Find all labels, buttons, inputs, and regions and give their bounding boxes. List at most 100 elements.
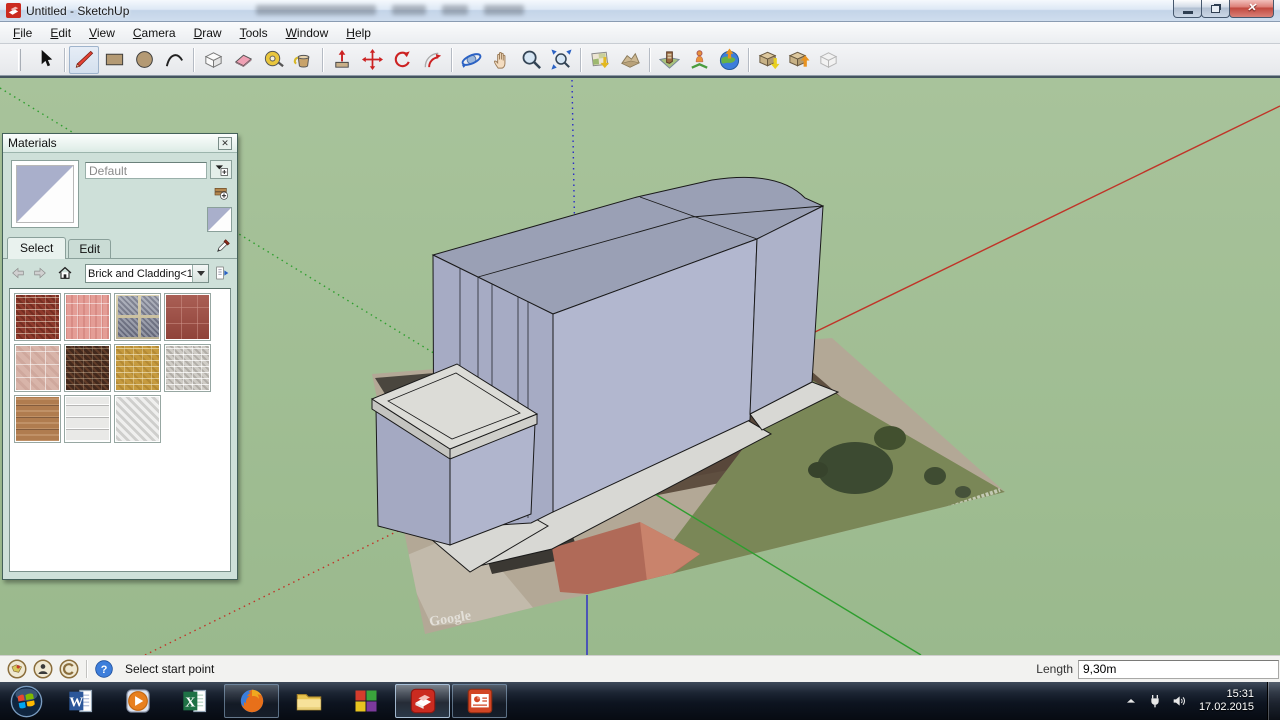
materials-panel: Materials ✕ Select Edit	[2, 133, 238, 580]
system-tray: 15:31 17.02.2015	[1123, 682, 1280, 720]
tab-select[interactable]: Select	[7, 237, 66, 259]
status-icons	[6, 658, 84, 680]
tool-tape-measure-button[interactable]	[258, 46, 288, 74]
window-title: Untitled - SketchUp	[26, 4, 129, 18]
drawing-area[interactable]: Google	[0, 76, 1280, 655]
taskbar-excel-button[interactable]: X	[167, 684, 222, 718]
menu-view[interactable]: View	[80, 23, 124, 43]
home-icon[interactable]	[56, 264, 74, 282]
material-swatch-brick-rough-red[interactable]	[14, 293, 61, 341]
toolbar	[0, 44, 1280, 76]
tool-eraser-button[interactable]	[228, 46, 258, 74]
material-swatch-granite-block[interactable]	[114, 293, 161, 341]
status-message: Select start point	[125, 662, 214, 676]
tool-line-button[interactable]	[69, 46, 99, 74]
minimize-button[interactable]	[1173, 0, 1202, 18]
show-desktop-button[interactable]	[1267, 682, 1280, 720]
material-swatch-stone-pavers-pink[interactable]	[14, 344, 61, 392]
tab-edit[interactable]: Edit	[68, 239, 111, 259]
menu-draw[interactable]: Draw	[185, 23, 231, 43]
tool-arc-button[interactable]	[159, 46, 189, 74]
tool-pan-button[interactable]	[486, 46, 516, 74]
sample-paint-eyedropper-icon[interactable]	[213, 236, 233, 256]
taskbar-color-squares-button[interactable]	[338, 684, 393, 718]
status-bar: ? Select start point Length	[0, 655, 1280, 682]
tray-time: 15:31	[1199, 688, 1254, 701]
tool-photo-textures-button[interactable]	[654, 46, 684, 74]
material-swatch-brick-yellow[interactable]	[114, 344, 161, 392]
start-button[interactable]	[0, 682, 52, 720]
tool-offset-button[interactable]	[417, 46, 447, 74]
tool-select-button[interactable]	[30, 46, 60, 74]
chevron-down-icon[interactable]	[192, 265, 208, 282]
material-swatch-pavers-red-smooth[interactable]	[164, 293, 211, 341]
close-button[interactable]: ✕	[1229, 0, 1274, 18]
taskbar-firefox-button[interactable]	[224, 684, 279, 718]
materials-close-icon[interactable]: ✕	[218, 137, 232, 150]
tool-position-camera-button[interactable]	[684, 46, 714, 74]
tray-clock[interactable]: 15:31 17.02.2015	[1199, 688, 1254, 714]
restore-button[interactable]	[1201, 0, 1230, 18]
model-credits-icon[interactable]	[58, 658, 80, 680]
create-material-button[interactable]	[210, 160, 232, 179]
menu-window[interactable]: Window	[277, 23, 338, 43]
material-preview	[11, 160, 79, 228]
tool-rectangle-button[interactable]	[99, 46, 129, 74]
geolocation-icon[interactable]	[6, 658, 28, 680]
menu-edit[interactable]: Edit	[41, 23, 80, 43]
tool-share-model-button[interactable]	[783, 46, 813, 74]
tool-toggle-terrain-button[interactable]	[615, 46, 645, 74]
tool-circle-button[interactable]	[129, 46, 159, 74]
svg-text:X: X	[185, 695, 195, 710]
tool-push-pull-button[interactable]	[327, 46, 357, 74]
sketchup-logo-icon	[6, 3, 21, 18]
menu-camera[interactable]: Camera	[124, 23, 185, 43]
back-arrow-icon[interactable]	[9, 264, 27, 282]
tool-paint-bucket-button[interactable]	[288, 46, 318, 74]
material-swatch-siding-white[interactable]	[64, 395, 111, 443]
menu-help[interactable]: Help	[337, 23, 380, 43]
material-swatch-pavers-pink-basketweave[interactable]	[64, 293, 111, 341]
tool-move-button[interactable]	[357, 46, 387, 74]
taskbar-media-player-button[interactable]	[110, 684, 165, 718]
expand-icon[interactable]	[1123, 693, 1140, 710]
material-name-field[interactable]	[85, 162, 207, 179]
taskbar-word-button[interactable]: W	[53, 684, 108, 718]
materials-list	[9, 288, 231, 572]
materials-panel-titlebar[interactable]: Materials ✕	[3, 134, 237, 153]
toolbar-grip[interactable]	[18, 49, 21, 71]
svg-text:?: ?	[101, 664, 108, 676]
tool-get-models-button[interactable]	[753, 46, 783, 74]
power-icon[interactable]	[1147, 693, 1164, 710]
material-swatch-stucco-light-gray[interactable]	[114, 395, 161, 443]
tool-orbit-button[interactable]	[456, 46, 486, 74]
material-swatch-brick-painted-white[interactable]	[164, 344, 211, 392]
taskbar: W X 15:31 17.02.2015	[0, 682, 1280, 720]
material-swatch-brick-dark-used[interactable]	[64, 344, 111, 392]
set-default-material-button[interactable]	[209, 182, 233, 203]
tool-add-location-button[interactable]	[585, 46, 615, 74]
collections-dropdown-value: Brick and Cladding<1	[86, 268, 192, 280]
tool-rotate-button[interactable]	[387, 46, 417, 74]
tool-zoom-extents-button[interactable]	[546, 46, 576, 74]
menu-file[interactable]: File	[4, 23, 41, 43]
collections-dropdown[interactable]: Brick and Cladding<1	[85, 264, 209, 283]
menu-tools[interactable]: Tools	[231, 23, 277, 43]
tray-date: 17.02.2015	[1199, 701, 1254, 714]
forward-arrow-icon[interactable]	[31, 264, 49, 282]
material-swatch-cladding-wood-tan[interactable]	[14, 395, 61, 443]
taskbar-sketchup-button[interactable]	[395, 684, 450, 718]
tool-zoom-button[interactable]	[516, 46, 546, 74]
length-input[interactable]	[1078, 660, 1279, 679]
tool-google-earth-button[interactable]	[714, 46, 744, 74]
claim-model-icon[interactable]	[32, 658, 54, 680]
background-window-ghost	[256, 5, 524, 15]
volume-icon[interactable]	[1171, 693, 1188, 710]
details-button[interactable]	[213, 264, 231, 282]
help-icon[interactable]: ?	[93, 658, 115, 680]
tool-component-box-button[interactable]	[813, 46, 843, 74]
tool-make-component-button[interactable]	[198, 46, 228, 74]
current-material-swatch[interactable]	[207, 207, 232, 232]
taskbar-explorer-button[interactable]	[281, 684, 336, 718]
taskbar-powerpoint-button[interactable]	[452, 684, 507, 718]
